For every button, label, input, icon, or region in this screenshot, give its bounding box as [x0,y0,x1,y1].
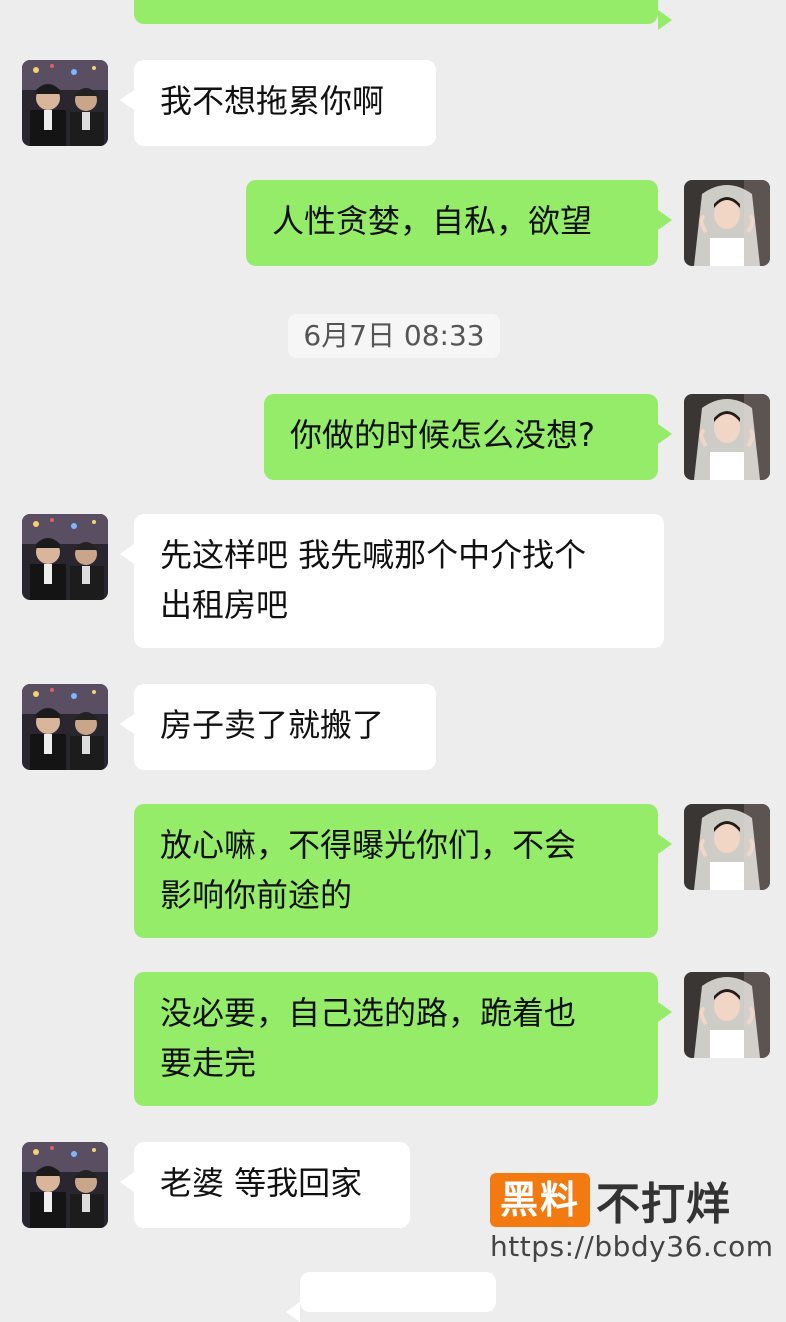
message-text: 我不想拖累你啊 [160,82,385,120]
message-text: 老婆 等我回家 [160,1164,363,1202]
message-bubble-incoming[interactable]: 先这样吧 我先喊那个中介找个 出租房吧 [120,514,664,648]
self-avatar[interactable] [684,394,770,480]
message-text-line: 没必要，自己选的路，跪着也 [160,994,577,1032]
message-text-line: 放心嘛，不得曝光你们，不会 [160,826,577,864]
contact-avatar[interactable] [22,514,108,600]
bride-avatar-icon [684,804,770,890]
contact-avatar[interactable] [22,60,108,146]
message-bubble-incoming[interactable]: 房子卖了就搬了 [120,684,436,770]
message-bubble-outgoing[interactable]: 人性贪婪，自私，欲望 [246,180,672,266]
self-avatar[interactable] [684,180,770,266]
message-text-line: 出租房吧 [160,586,289,624]
man-in-suit-avatar-icon [22,514,108,600]
site-watermark: 黑料 不打烊 https://bbdy36.com [490,1172,773,1272]
contact-avatar[interactable] [22,684,108,770]
watermark-badge: 黑料 [490,1173,591,1227]
self-avatar[interactable] [684,804,770,890]
message-text: 房子卖了就搬了 [160,706,385,744]
message-text-line: 先这样吧 我先喊那个中介找个 [160,536,587,574]
message-text: 你做的时候怎么没想? [290,416,595,454]
timestamp: 6月7日 08:33 [288,314,500,358]
watermark-name: 不打烊 [596,1179,732,1230]
message-bubble-incoming[interactable]: 老婆 等我回家 [120,1142,410,1228]
bride-avatar-icon [684,180,770,266]
message-bubble-outgoing-partial[interactable] [134,0,672,30]
chat-view: 我不想拖累你啊 人性贪婪，自私，欲望 6月7日 08:33 你做的时候怎么没想? [0,0,786,1322]
message-text-line: 影响你前途的 [160,876,353,914]
man-in-suit-avatar-icon [22,684,108,770]
bride-avatar-icon [684,394,770,480]
message-text: 人性贪婪，自私，欲望 [272,202,593,240]
contact-avatar[interactable] [22,1142,108,1228]
self-avatar[interactable] [684,972,770,1058]
watermark-logo: 黑料 不打烊 [490,1172,731,1230]
message-bubble-outgoing[interactable]: 没必要，自己选的路，跪着也 要走完 [134,972,672,1106]
man-in-suit-avatar-icon [22,60,108,146]
message-bubble-outgoing[interactable]: 你做的时候怎么没想? [264,394,672,480]
message-bubble-incoming-partial[interactable] [286,1272,496,1322]
bride-avatar-icon [684,972,770,1058]
message-text-line: 要走完 [160,1044,257,1082]
message-bubble-incoming[interactable]: 我不想拖累你啊 [120,60,436,146]
watermark-url: https://bbdy36.com [490,1230,774,1263]
message-bubble-outgoing[interactable]: 放心嘛，不得曝光你们，不会 影响你前途的 [134,804,672,938]
man-in-suit-avatar-icon [22,1142,108,1228]
